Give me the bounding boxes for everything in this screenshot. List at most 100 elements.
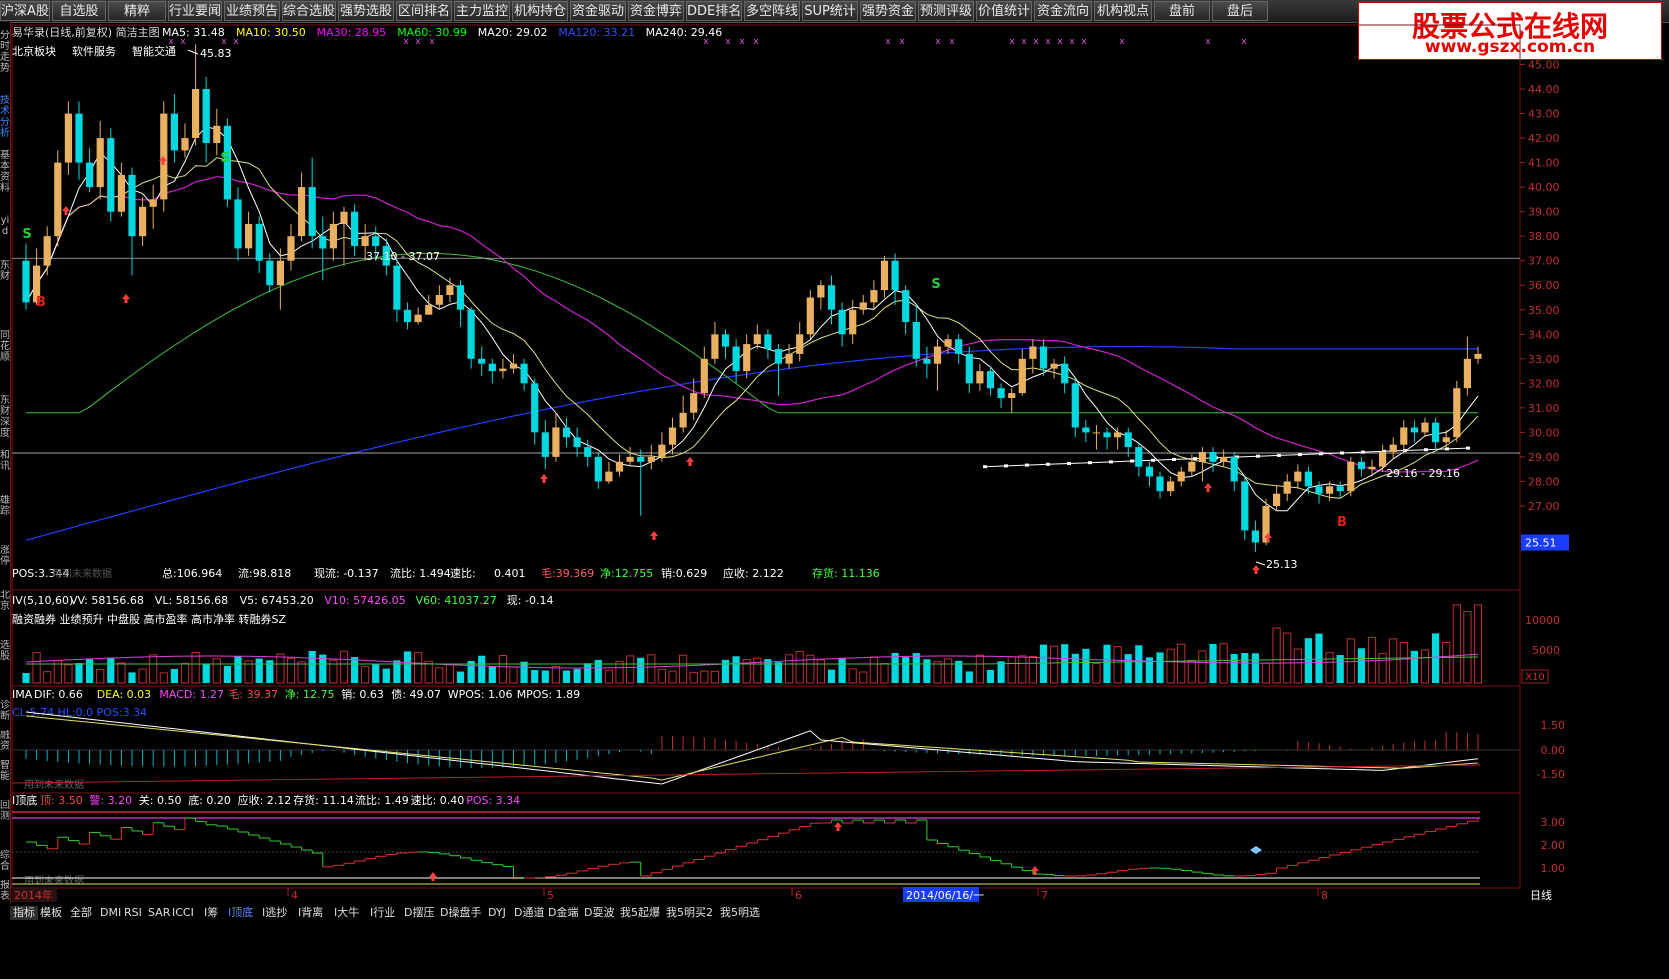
diamond-marker xyxy=(1250,846,1262,854)
bottom-tab-16[interactable]: D通道 xyxy=(514,906,544,920)
vol-bar-12 xyxy=(149,654,158,684)
candle-body-3 xyxy=(54,162,62,237)
top-legend-6: 流比: 1.49 xyxy=(355,793,409,807)
vol-bar-18 xyxy=(212,658,221,684)
vol-bar-24 xyxy=(276,653,285,684)
bottom-tab-15[interactable]: DYJ xyxy=(488,906,506,920)
vol-bar-126 xyxy=(1357,648,1365,683)
vol-bar-37 xyxy=(414,652,423,684)
vol-bar-44 xyxy=(488,666,496,683)
candle-body-24 xyxy=(276,260,284,286)
candle-body-76 xyxy=(827,285,836,310)
bottom-tab-12[interactable]: I行业 xyxy=(370,906,395,920)
vol-bar-76 xyxy=(827,669,836,683)
vol-bar-121 xyxy=(1304,638,1312,683)
candle-body-87 xyxy=(944,339,952,347)
up-arrow-8 xyxy=(1252,565,1260,574)
candle-body-6 xyxy=(86,162,94,188)
vol-bar-47 xyxy=(520,661,528,683)
candle-body-18 xyxy=(213,125,221,143)
vol-bar-109 xyxy=(1177,643,1186,684)
bottom-tab-13[interactable]: D摆压 xyxy=(404,906,434,920)
period-label[interactable]: 日线 xyxy=(1530,889,1552,903)
bottom-tab-17[interactable]: D金端 xyxy=(548,906,578,920)
bottom-tab-4[interactable]: RSI xyxy=(124,906,142,920)
top-legend-5: 存货: 11.14 xyxy=(293,793,354,807)
future-data-overlay-top: 用到未来数据 xyxy=(24,874,84,887)
bottom-tab-2[interactable]: 全部 xyxy=(70,906,92,920)
candle-body-7 xyxy=(96,138,104,188)
bottom-tab-10[interactable]: I背离 xyxy=(298,906,323,920)
bottom-tab-11[interactable]: I大牛 xyxy=(334,906,359,920)
month-label-4: 8 xyxy=(1321,889,1328,902)
candle-body-126 xyxy=(1357,461,1365,470)
stock-chart[interactable]: 45.0044.0043.0042.0041.0040.0039.0038.00… xyxy=(0,0,1669,979)
vol-bar-104 xyxy=(1124,654,1132,683)
bottom-tab-21[interactable]: 我5明选 xyxy=(720,906,760,920)
vol-bar-4 xyxy=(64,664,73,684)
bottom-tab-5[interactable]: SAR xyxy=(148,906,170,920)
x-mark-22: x xyxy=(1119,37,1125,47)
vol-ma10-line xyxy=(25,653,1479,669)
vol-bar-59 xyxy=(647,654,656,684)
candle-body-81 xyxy=(880,260,889,291)
candle-body-94 xyxy=(1018,358,1026,394)
macd-legend-1: DEA: 0.03 xyxy=(97,688,151,701)
x-mark-17: x xyxy=(1033,37,1039,47)
month-label-0: 4 xyxy=(291,889,298,902)
candle-body-77 xyxy=(838,309,846,335)
candle-body-40 xyxy=(446,285,454,295)
vol-bar-110 xyxy=(1187,659,1196,684)
bottom-tab-1[interactable]: 模板 xyxy=(40,906,62,920)
candle-body-72 xyxy=(785,353,793,364)
candle-body-106 xyxy=(1145,466,1153,477)
bottom-tab-9[interactable]: I逃抄 xyxy=(262,906,287,920)
bottom-tab-20[interactable]: 我5明买2 xyxy=(666,906,713,920)
macd-red-line xyxy=(11,764,1481,784)
macd-legend-6: 债: 49.07 xyxy=(391,687,441,701)
candle-body-14 xyxy=(170,113,178,151)
x-mark-20: x xyxy=(1069,37,1075,47)
bottom-tab-7[interactable]: I筹 xyxy=(204,906,218,920)
candle-body-52 xyxy=(573,437,581,448)
dea-line xyxy=(25,715,1479,781)
candle-body-132 xyxy=(1421,422,1429,433)
vol-bar-95 xyxy=(1028,656,1038,684)
up-arrow-6 xyxy=(1204,483,1212,492)
candle-body-104 xyxy=(1124,432,1132,448)
price-tick-label-8: 37.00 xyxy=(1528,255,1560,268)
candle-body-125 xyxy=(1347,461,1355,492)
bottom-tab-18[interactable]: D耍波 xyxy=(584,906,614,920)
x-mark-4: x xyxy=(403,37,409,47)
level1-annotation: 37.10 - 37.07 xyxy=(366,250,440,263)
bottom-tab-19[interactable]: 我5起爆 xyxy=(620,906,660,920)
macd-axis-1: 0.00 xyxy=(1541,744,1566,757)
candle-body-127 xyxy=(1368,466,1376,470)
month-label-3: 7 xyxy=(1041,889,1048,902)
ma-legend-4: MA20: 29.02 xyxy=(478,26,548,39)
vol-bar-91 xyxy=(986,669,995,683)
candle-body-36 xyxy=(403,309,412,323)
vol-bar-26 xyxy=(297,661,306,684)
vol-bar-60 xyxy=(657,668,666,684)
low-annotation: 25.13 xyxy=(1266,558,1298,571)
vol-bar-105 xyxy=(1135,645,1143,683)
bottom-tab-14[interactable]: D操盘手 xyxy=(440,906,481,920)
bottom-tab-6[interactable]: ICCI xyxy=(172,906,194,920)
bottom-tab-3[interactable]: DMI xyxy=(100,906,121,920)
vol-bar-25 xyxy=(286,657,296,684)
bottom-tab-0[interactable]: 指标 xyxy=(10,906,38,920)
macd-legend-7: WPOS: 1.06 xyxy=(448,688,513,701)
candle-body-4 xyxy=(64,113,72,163)
price-tick-label-0: 45.00 xyxy=(1528,59,1560,72)
candle-body-135 xyxy=(1453,388,1461,438)
candle-body-25 xyxy=(287,236,295,261)
bottom-tab-8[interactable]: I顶底 xyxy=(228,906,253,920)
macd-legend-3: 毛: 39.37 xyxy=(228,688,278,701)
top-legend-8: POS: 3.34 xyxy=(466,794,520,807)
sell-marker-2: S xyxy=(220,151,229,166)
candle-body-66 xyxy=(721,334,730,347)
vol-bar-30 xyxy=(339,650,349,684)
future-data-overlay-macd: 用到未来数据 xyxy=(24,778,84,791)
vol-bar-56 xyxy=(615,660,624,684)
